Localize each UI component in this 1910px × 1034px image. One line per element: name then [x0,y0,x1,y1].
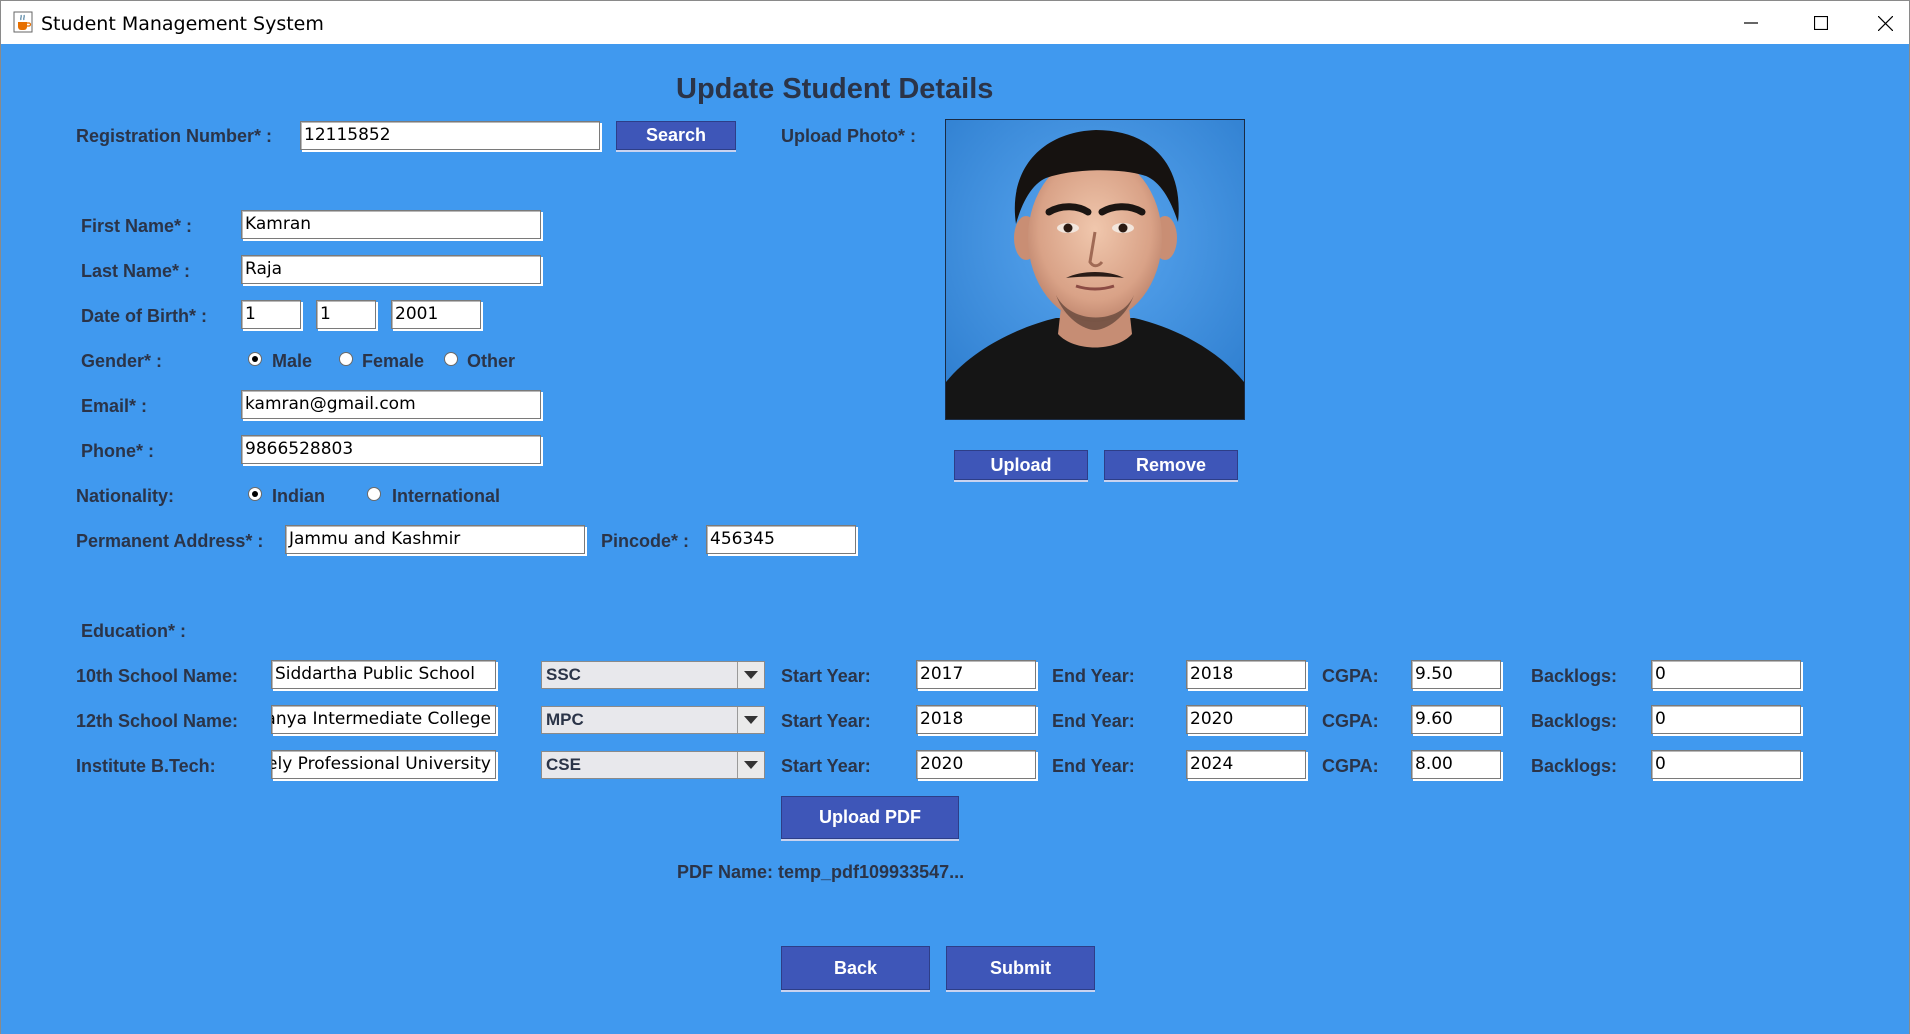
pincode-field[interactable]: 456345 [706,525,856,554]
back-button[interactable]: Back [781,946,930,990]
upload-pdf-button[interactable]: Upload PDF [781,796,959,839]
phone-field[interactable]: 9866528803 [241,435,541,464]
edu-btech-end-label: End Year: [1052,756,1135,776]
upload-photo-button[interactable]: Upload [954,450,1088,480]
edu-btech-backlogs-label: Backlogs: [1531,756,1618,776]
remove-photo-button[interactable]: Remove [1104,450,1238,480]
address-field[interactable]: Jammu and Kashmir [285,525,585,554]
phone-label: Phone* : [81,441,155,461]
edu-btech-start-label: Start Year: [781,756,871,776]
nationality-indian-label: Indian [272,486,325,506]
edu-12th-end-field[interactable]: 2020 [1186,705,1306,734]
student-photo-image [946,120,1244,419]
nationality-indian-radio[interactable] [248,487,262,501]
nationality-international-label: International [392,486,501,506]
dob-month-field[interactable]: 1 [316,300,376,329]
edu-10th-stream-value: SSC [546,665,581,684]
registration-number-field[interactable]: 12115852 [300,121,600,150]
maximize-button[interactable] [1791,1,1851,45]
chevron-down-icon [737,752,764,778]
education-label: Education* : [81,621,187,641]
edu-btech-cgpa-field[interactable]: 8.00 [1411,750,1501,779]
chevron-down-icon [737,662,764,688]
dob-label: Date of Birth* : [81,306,207,326]
nationality-label: Nationality: [76,486,175,506]
edu-row-10th-label: 10th School Name: [76,666,239,686]
minimize-icon [1744,22,1758,24]
close-icon [1877,15,1893,31]
search-button[interactable]: Search [616,121,736,150]
email-label: Email* : [81,396,148,416]
upload-photo-label: Upload Photo* : [781,126,916,146]
edu-12th-end-label: End Year: [1052,711,1135,731]
minimize-button[interactable] [1721,1,1781,45]
edu-10th-end-field[interactable]: 2018 [1186,660,1306,689]
edu-10th-start-field[interactable]: 2017 [916,660,1036,689]
student-photo [945,119,1245,420]
edu-btech-branch-select[interactable]: CSE [541,751,765,779]
chevron-down-icon [737,707,764,733]
address-label: Permanent Address* : [76,531,264,551]
gender-male-label: Male [272,351,313,371]
edu-btech-backlogs-field[interactable]: 0 [1651,750,1801,779]
edu-row-12th-label: 12th School Name: [76,711,239,731]
pdf-name-text: PDF Name: temp_pdf109933547... [677,862,965,882]
last-name-field[interactable]: Raja [241,255,541,284]
page-title: Update Student Details [676,73,994,105]
pincode-label: Pincode* : [601,531,690,551]
maximize-icon [1814,16,1828,30]
edu-10th-cgpa-label: CGPA: [1322,666,1379,686]
edu-12th-cgpa-field[interactable]: 9.60 [1411,705,1501,734]
edu-btech-end-field[interactable]: 2024 [1186,750,1306,779]
edu-btech-institute-field[interactable]: vely Professional University [271,750,496,779]
java-cup-icon [13,11,33,33]
edu-12th-cgpa-label: CGPA: [1322,711,1379,731]
edu-12th-backlogs-label: Backlogs: [1531,711,1618,731]
edu-12th-start-label: Start Year: [781,711,871,731]
edu-btech-start-field[interactable]: 2020 [916,750,1036,779]
edu-10th-end-label: End Year: [1052,666,1135,686]
nationality-international-radio[interactable] [367,487,381,501]
edu-row-btech-label: Institute B.Tech: [76,756,216,776]
edu-btech-cgpa-label: CGPA: [1322,756,1379,776]
edu-12th-stream-value: MPC [546,710,584,729]
gender-female-radio[interactable] [339,352,353,366]
gender-other-label: Other [467,351,516,371]
window-title: Student Management System [41,13,324,35]
first-name-label: First Name* : [81,216,193,236]
edu-btech-branch-value: CSE [546,755,581,774]
registration-label: Registration Number* : [76,126,273,146]
edu-10th-cgpa-field[interactable]: 9.50 [1411,660,1501,689]
submit-button[interactable]: Submit [946,946,1095,990]
dob-day-field[interactable]: 1 [241,300,301,329]
edu-10th-backlogs-label: Backlogs: [1531,666,1618,686]
edu-12th-school-field[interactable]: itanya Intermediate College [271,705,496,734]
edu-12th-start-field[interactable]: 2018 [916,705,1036,734]
first-name-field[interactable]: Kamran [241,210,541,239]
edu-12th-backlogs-field[interactable]: 0 [1651,705,1801,734]
dob-year-field[interactable]: 2001 [391,300,481,329]
edu-10th-stream-select[interactable]: SSC [541,661,765,689]
edu-10th-backlogs-field[interactable]: 0 [1651,660,1801,689]
title-bar[interactable]: Student Management System [1,1,1909,45]
edu-12th-stream-select[interactable]: MPC [541,706,765,734]
gender-other-radio[interactable] [444,352,458,366]
gender-label: Gender* : [81,351,163,371]
close-button[interactable] [1861,1,1909,45]
gender-female-label: Female [362,351,425,371]
email-field[interactable]: kamran@gmail.com [241,390,541,419]
gender-male-radio[interactable] [248,352,262,366]
edu-10th-start-label: Start Year: [781,666,871,686]
edu-10th-school-field[interactable]: Siddartha Public School [271,660,496,689]
last-name-label: Last Name* : [81,261,191,281]
